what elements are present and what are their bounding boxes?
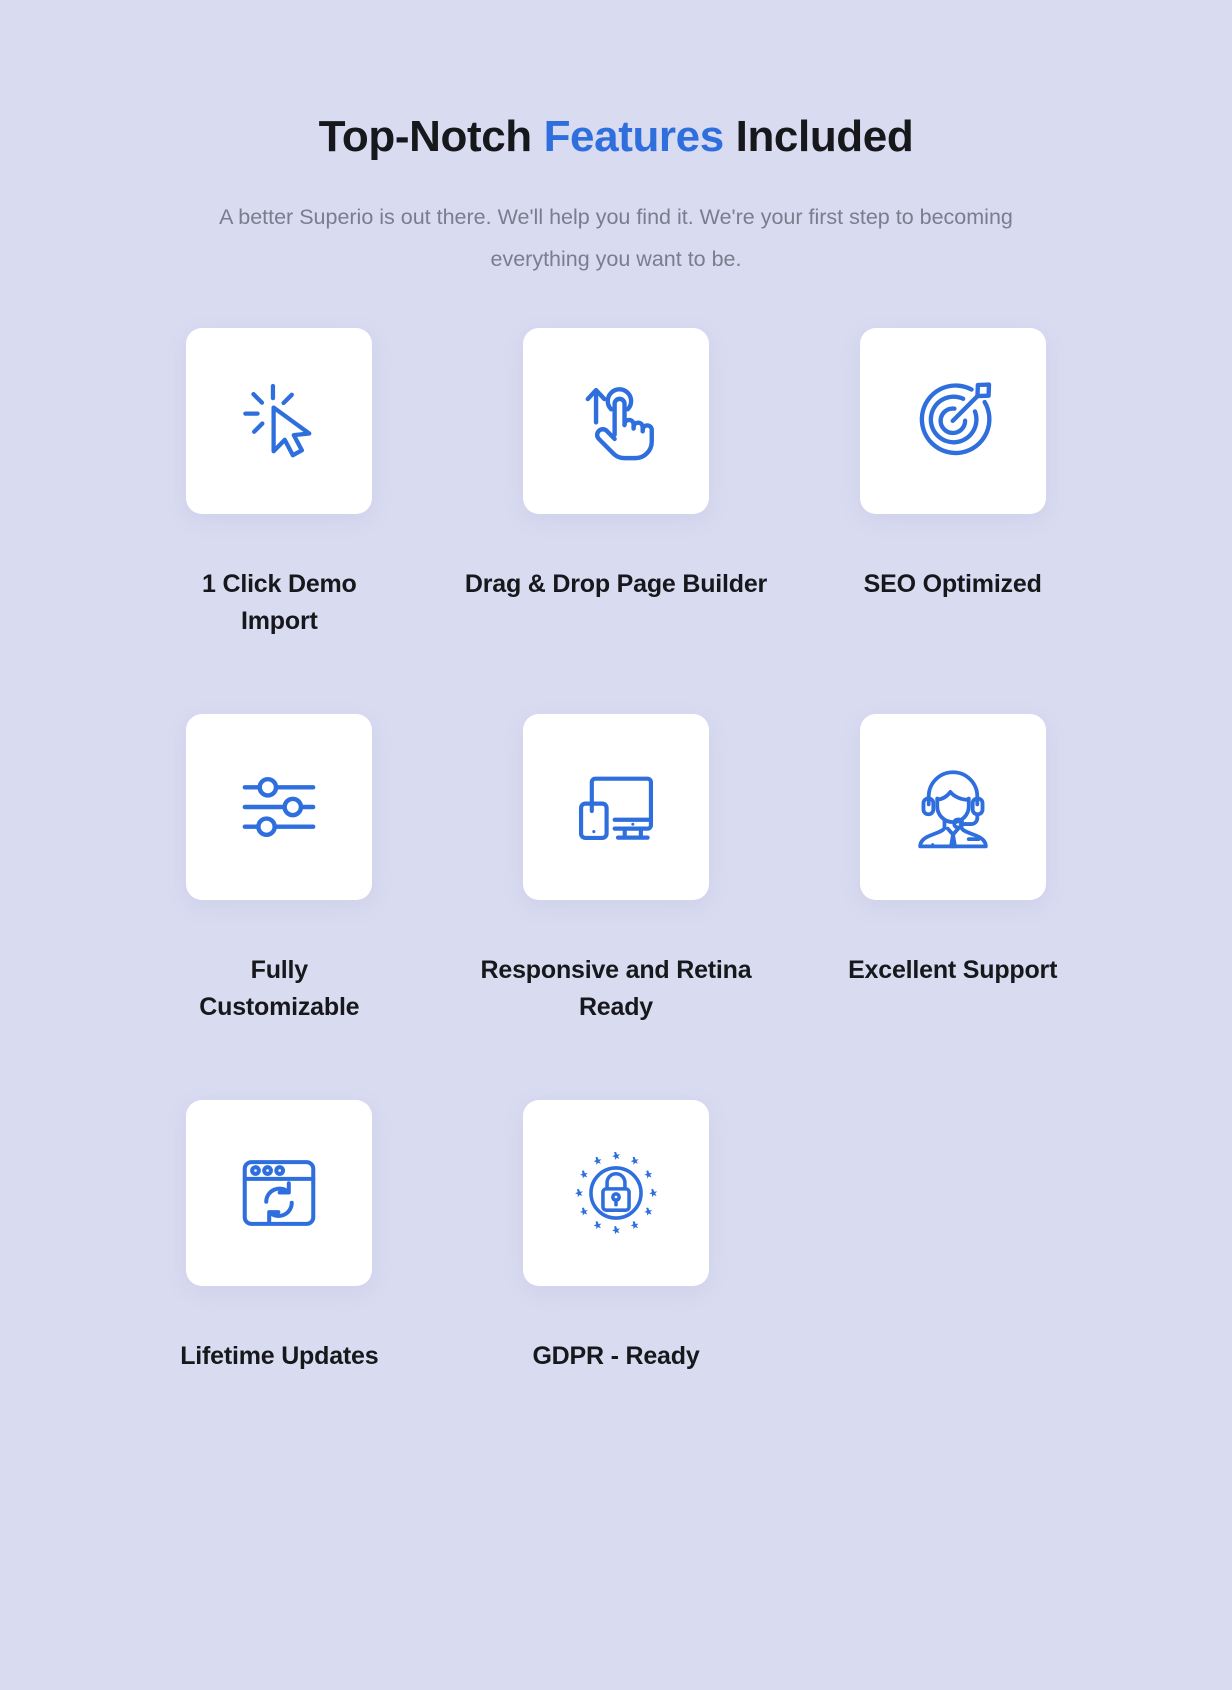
feature-icon-card[interactable]	[186, 1100, 373, 1287]
feature-item-seo-optimized[interactable]: SEO Optimized	[784, 328, 1121, 714]
feature-icon-card[interactable]	[186, 328, 373, 515]
feature-icon-card[interactable]	[522, 328, 709, 515]
feature-item-fully-customizable[interactable]: Fully Customizable	[111, 714, 448, 1100]
feature-item-1-click-demo-import[interactable]: 1 Click Demo Import	[111, 328, 448, 714]
page-title: Top-Notch Features Included	[0, 112, 1232, 163]
feature-item-drag-drop-page-builder[interactable]: Drag & Drop Page Builder	[448, 328, 785, 714]
feature-label: GDPR - Ready	[532, 1342, 700, 1371]
feature-label: Drag & Drop Page Builder	[464, 570, 768, 599]
title-part-2: Included	[723, 112, 914, 161]
feature-label: Lifetime Updates	[180, 1342, 379, 1371]
devices-icon	[573, 764, 659, 850]
gdpr-lock-icon	[572, 1149, 660, 1237]
feature-icon-card[interactable]	[522, 714, 709, 901]
section-subtitle: A better Superio is out there. We'll hel…	[219, 204, 1013, 271]
feature-grid-empty-cell	[784, 1100, 1121, 1486]
drag-hand-icon	[572, 377, 660, 465]
feature-label: SEO Optimized	[863, 570, 1042, 599]
feature-item-excellent-support[interactable]: Excellent Support	[784, 714, 1121, 1100]
feature-icon-card[interactable]	[859, 714, 1046, 901]
feature-item-responsive-retina-ready[interactable]: Responsive and Retina Ready	[448, 714, 785, 1100]
feature-item-lifetime-updates[interactable]: Lifetime Updates	[111, 1100, 448, 1486]
sliders-icon	[237, 765, 321, 849]
feature-label: Fully Customizable	[199, 956, 360, 1021]
feature-icon-card[interactable]	[522, 1100, 709, 1287]
target-dart-icon	[908, 376, 998, 466]
title-accent: Features	[543, 112, 725, 161]
title-part-1: Top-Notch	[318, 112, 544, 161]
support-agent-icon	[911, 765, 995, 849]
feature-icon-card[interactable]	[186, 714, 373, 901]
browser-refresh-icon	[236, 1150, 322, 1236]
features-section: Top-Notch Features Included A better Sup…	[0, 0, 1232, 1690]
feature-item-gdpr-ready[interactable]: GDPR - Ready	[448, 1100, 785, 1486]
section-header: Top-Notch Features Included A better Sup…	[0, 0, 1232, 280]
feature-grid: 1 Click Demo Import Drag & Drop Page Bui…	[111, 328, 1121, 1486]
feature-label: 1 Click Demo Import	[202, 570, 357, 635]
feature-icon-card[interactable]	[859, 328, 1046, 515]
feature-label: Excellent Support	[848, 956, 1058, 985]
feature-label: Responsive and Retina Ready	[480, 956, 752, 1021]
cursor-click-icon	[236, 378, 322, 464]
